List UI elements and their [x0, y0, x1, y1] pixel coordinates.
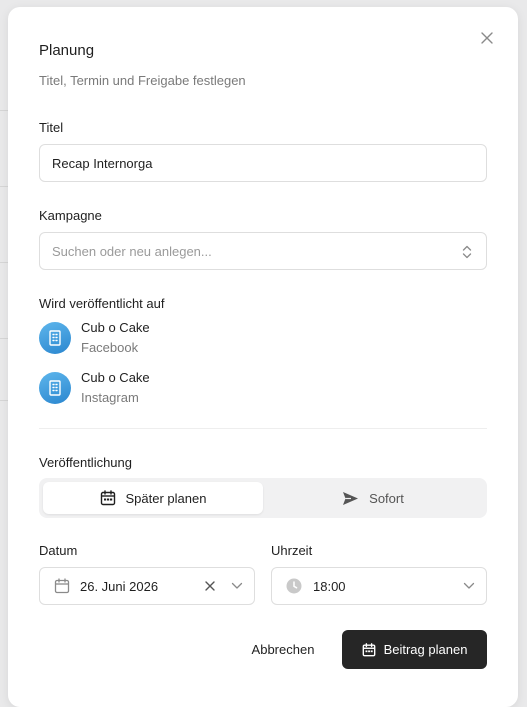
title-label: Titel: [39, 120, 64, 135]
dialog-title: Planung: [39, 42, 95, 59]
account-item: Cub o Cake Facebook: [39, 320, 339, 360]
chevron-up-down-icon: [462, 244, 472, 260]
chevron-down-icon: [231, 582, 243, 590]
publish-on-label: Wird veröffentlicht auf: [39, 296, 165, 311]
account-avatar: [39, 372, 71, 404]
clock-icon: [286, 578, 302, 594]
date-picker[interactable]: 26. Juni 2026: [39, 567, 255, 605]
account-avatar: [39, 322, 71, 354]
building-icon: [48, 380, 62, 396]
option-schedule-later[interactable]: Später planen: [43, 482, 263, 514]
backdrop-line: [0, 338, 8, 339]
section-divider: [39, 428, 487, 429]
clear-date-icon[interactable]: [205, 581, 215, 591]
send-icon: [342, 491, 359, 506]
account-name: Cub o Cake: [81, 320, 150, 335]
date-value: 26. Juni 2026: [80, 578, 159, 594]
calendar-icon: [362, 642, 376, 657]
account-item: Cub o Cake Instagram: [39, 370, 339, 410]
title-input[interactable]: Recap Internorga: [39, 144, 487, 182]
option-schedule-later-label: Später planen: [125, 490, 207, 506]
option-immediately[interactable]: Sofort: [263, 482, 483, 514]
backdrop-line: [0, 186, 8, 187]
close-icon: [481, 32, 493, 44]
publication-label: Veröffentlichung: [39, 455, 132, 470]
building-icon: [48, 330, 62, 346]
chevron-down-icon: [463, 582, 475, 590]
account-network: Facebook: [81, 340, 139, 355]
campaign-combobox[interactable]: Suchen oder neu anlegen...: [39, 232, 487, 270]
account-network: Instagram: [81, 390, 139, 405]
time-label: Uhrzeit: [271, 543, 313, 558]
schedule-post-button[interactable]: Beitrag planen: [342, 630, 487, 669]
cancel-button-label: Abbrechen: [251, 641, 315, 657]
calendar-icon: [100, 490, 116, 506]
dialog-subtitle: Titel, Termin und Freigabe festlegen: [39, 73, 246, 88]
title-input-value: Recap Internorga: [52, 155, 153, 171]
date-label: Datum: [39, 543, 78, 558]
planning-dialog: Planung Titel, Termin und Freigabe festl…: [8, 7, 518, 707]
schedule-post-button-label: Beitrag planen: [383, 642, 468, 657]
backdrop-line: [0, 400, 8, 401]
option-immediately-label: Sofort: [369, 490, 404, 506]
time-picker[interactable]: 18:00: [271, 567, 487, 605]
time-value: 18:00: [313, 578, 346, 594]
campaign-label: Kampagne: [39, 208, 102, 223]
calendar-icon: [54, 578, 70, 594]
publication-toggle: Später planen Sofort: [39, 478, 487, 518]
backdrop-line: [0, 262, 8, 263]
campaign-placeholder: Suchen oder neu anlegen...: [52, 243, 212, 259]
account-name: Cub o Cake: [81, 370, 150, 385]
cancel-button[interactable]: Abbrechen: [240, 630, 326, 668]
close-button[interactable]: [478, 29, 496, 47]
backdrop-line: [0, 110, 8, 111]
